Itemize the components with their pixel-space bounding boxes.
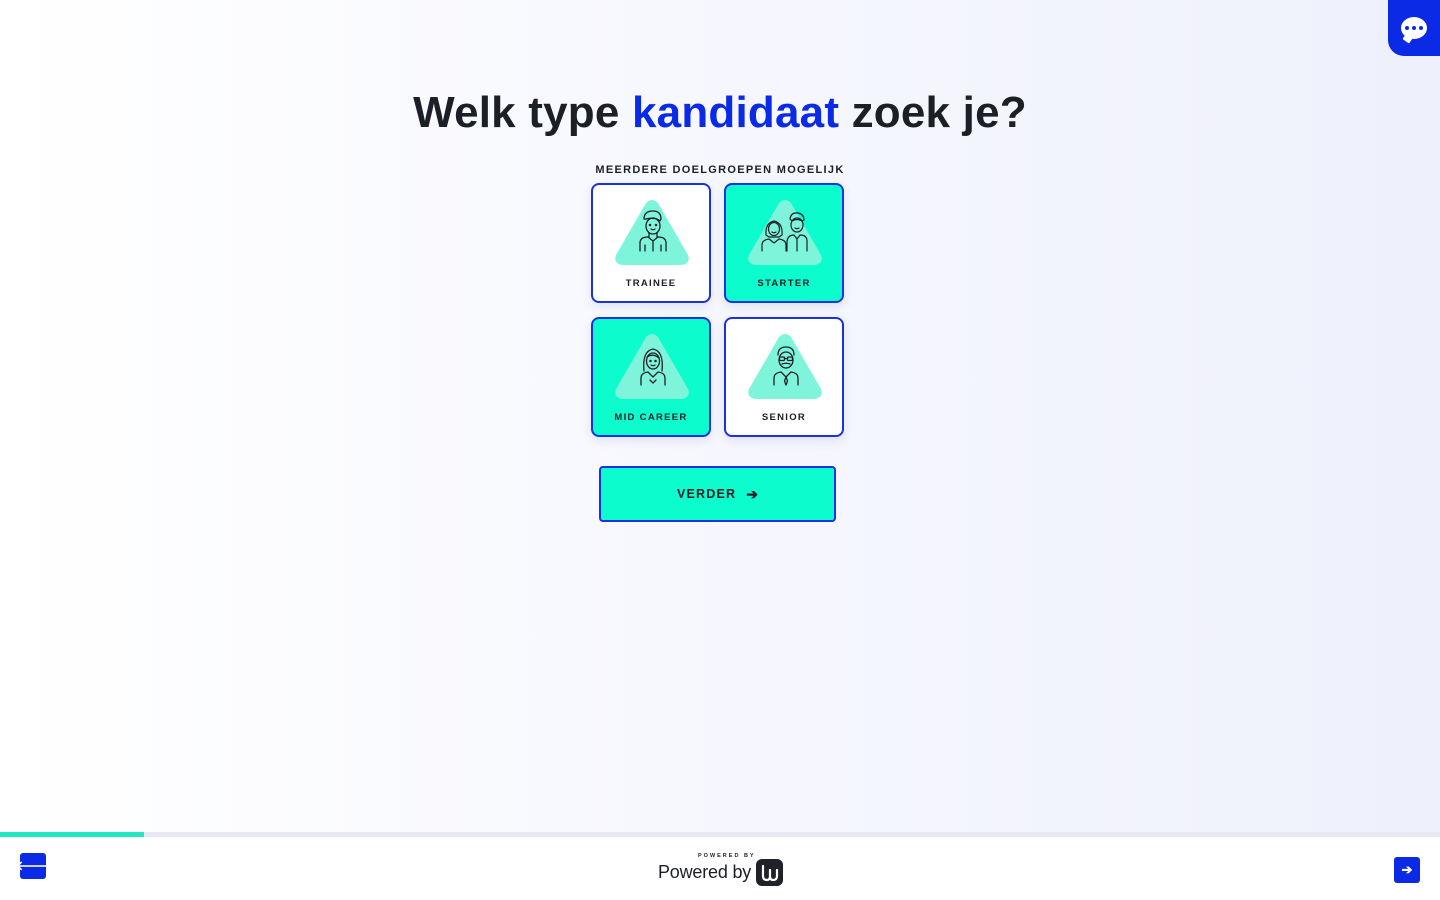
starter-persons-icon [748, 200, 822, 265]
powered-by-logo-icon [756, 859, 783, 886]
footer: 🡐 POWERED BY Powered by ➔ [0, 837, 1440, 900]
multi-select-hint: MEERDERE DOELGROEPEN MOGELIJK [595, 164, 845, 176]
continue-label: VERDER [676, 487, 737, 501]
option-label: MID CAREER [614, 412, 688, 423]
option-senior[interactable]: SENIOR [724, 317, 844, 437]
option-mid-career[interactable]: MID CAREER [591, 317, 711, 437]
option-label: SENIOR [761, 412, 807, 423]
title-highlight: kandidaat [631, 88, 840, 137]
option-grid: TRAINEE STARTER MID CAREER SENIOR [591, 183, 844, 437]
powered-by[interactable]: POWERED BY Powered by [658, 853, 788, 887]
option-trainee[interactable]: TRAINEE [591, 183, 711, 303]
page-title: Welk type kandidaat zoek je? [0, 88, 1440, 138]
chat-button[interactable] [1388, 0, 1440, 56]
trainee-person-icon [615, 200, 689, 265]
previous-button[interactable]: 🡐 [16, 853, 50, 879]
chat-bubble-icon [1401, 17, 1427, 39]
arrow-right-icon: ➔ [746, 485, 759, 502]
mid-career-person-icon [615, 334, 689, 399]
continue-button[interactable]: VERDER ➔ [599, 466, 836, 522]
powered-by-small-text: POWERED BY [698, 853, 756, 859]
option-label: TRAINEE [625, 278, 677, 289]
title-part-1: Welk type [413, 88, 632, 137]
arrow-right-icon: ➔ [1401, 862, 1413, 877]
senior-person-icon [748, 334, 822, 399]
next-button[interactable]: ➔ [1394, 857, 1420, 883]
option-starter[interactable]: STARTER [724, 183, 844, 303]
arrow-left-icon: 🡐 [15, 858, 51, 873]
option-label: STARTER [757, 278, 811, 289]
title-part-2: zoek je? [839, 88, 1027, 137]
powered-by-text: Powered by [658, 862, 752, 882]
